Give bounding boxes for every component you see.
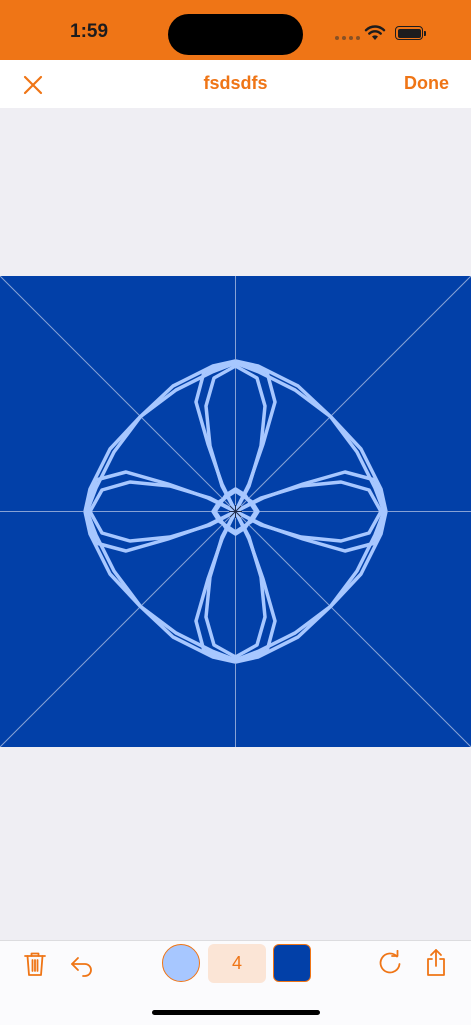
trash-icon[interactable] (22, 950, 48, 978)
background-color-swatch[interactable] (273, 944, 311, 982)
status-time: 1:59 (70, 21, 109, 42)
share-icon[interactable] (423, 947, 449, 977)
undo-icon[interactable] (68, 951, 96, 977)
battery-icon (395, 26, 426, 40)
wifi-icon (364, 25, 386, 40)
page-title: fsdsdfs (203, 73, 268, 93)
status-bar: 1:59 (0, 0, 471, 60)
cellular-signal-icon (335, 36, 360, 40)
symmetry-center-marker (229, 505, 242, 518)
dynamic-island (168, 14, 303, 55)
done-button[interactable]: Done (404, 73, 449, 94)
drawing-canvas[interactable] (0, 276, 471, 747)
symmetry-count-button[interactable]: 4 (208, 944, 266, 983)
home-indicator (152, 1010, 320, 1015)
stroke-color-swatch[interactable] (162, 944, 200, 982)
navigation-bar: fsdsdfs Done (0, 60, 471, 108)
symmetry-count-label: 4 (231, 953, 242, 973)
redo-icon[interactable] (376, 950, 404, 978)
